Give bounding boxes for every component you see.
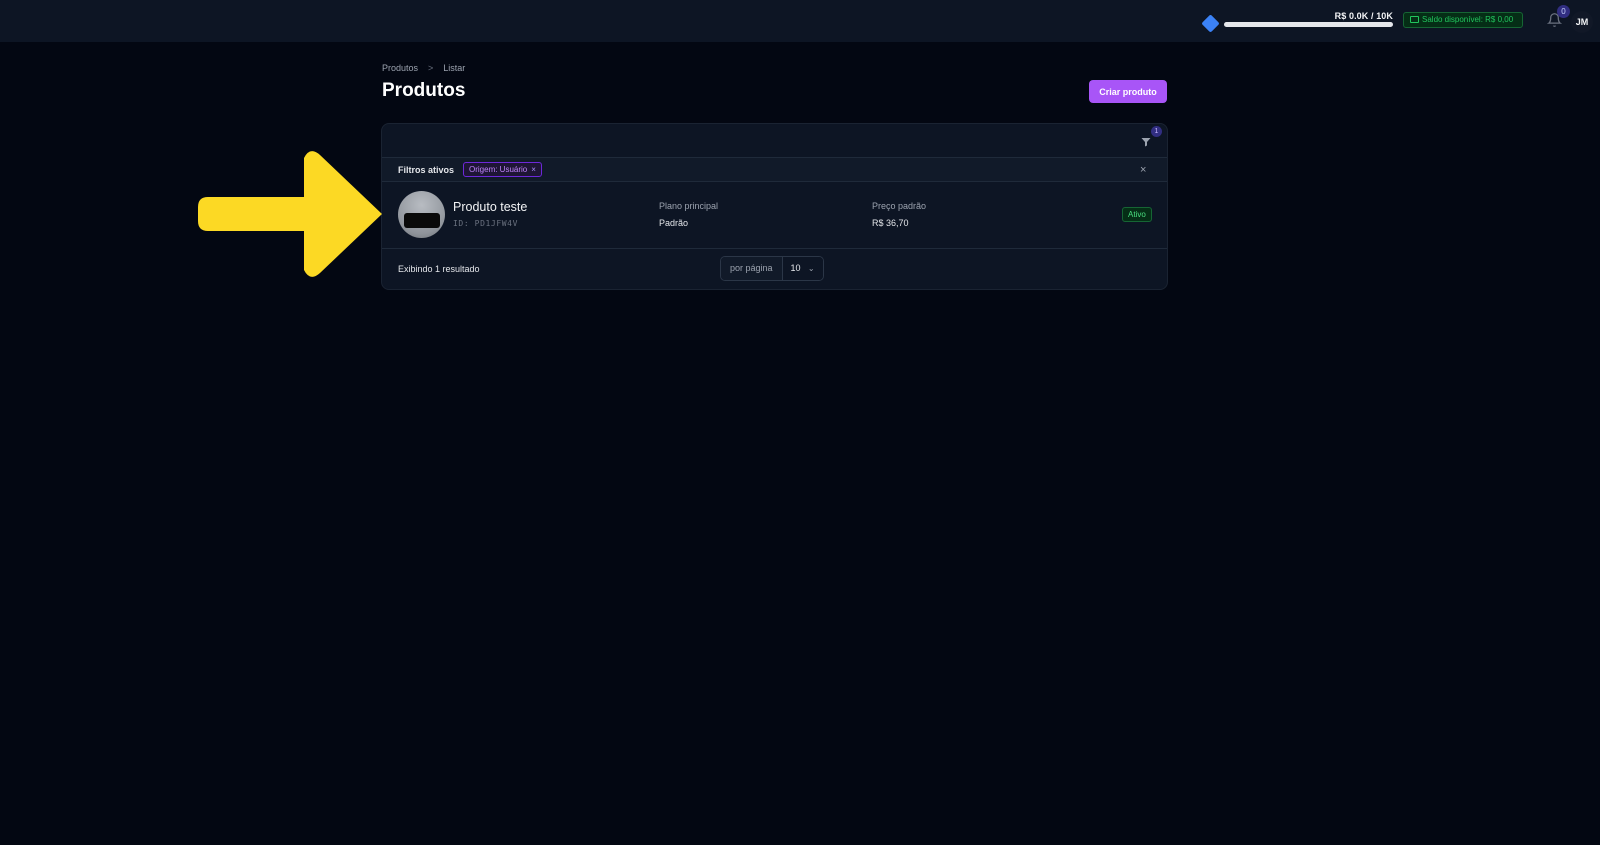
user-avatar[interactable]: JM xyxy=(1571,11,1593,33)
per-page-value: 10 xyxy=(790,263,801,273)
chevron-down-icon: ⌄ xyxy=(807,264,815,273)
active-filters-label: Filtros ativos xyxy=(398,165,455,175)
clear-filters-icon[interactable]: × xyxy=(1140,164,1146,176)
breadcrumb-item-produtos[interactable]: Produtos xyxy=(382,63,418,73)
per-page-control: por página 10 ⌄ xyxy=(720,256,824,281)
price-label: Preço padrão xyxy=(872,201,927,211)
chevron-right-icon: > xyxy=(428,63,434,73)
price-value: R$ 36,70 xyxy=(872,218,909,228)
card-footer: Exibindo 1 resultado por página 10 ⌄ xyxy=(382,249,1167,289)
notifications-count-badge: 0 xyxy=(1557,5,1570,18)
product-name[interactable]: Produto teste xyxy=(453,200,527,214)
remove-filter-icon[interactable]: × xyxy=(531,165,536,174)
product-id: ID: PD1JFW4V xyxy=(453,219,518,228)
results-count-text: Exibindo 1 resultado xyxy=(398,264,480,274)
status-badge: Ativo xyxy=(1122,207,1152,222)
card-toolbar: 1 xyxy=(382,124,1167,158)
filter-chip-label: Origem: Usuário xyxy=(469,165,528,174)
balance-text: Saldo disponível: R$ 0,00 xyxy=(1422,15,1514,24)
filter-count-badge: 1 xyxy=(1151,126,1162,137)
create-product-button[interactable]: Criar produto xyxy=(1089,80,1167,103)
breadcrumb-item-listar: Listar xyxy=(443,63,466,73)
balance-badge[interactable]: Saldo disponível: R$ 0,00 xyxy=(1403,12,1523,28)
plan-value: Padrão xyxy=(659,218,689,228)
goal-progress-text: R$ 0.0K / 10K xyxy=(1334,11,1393,21)
money-icon xyxy=(1410,16,1419,23)
top-bar: R$ 0.0K / 10K Saldo disponível: R$ 0,00 … xyxy=(0,0,1600,42)
breadcrumb: Produtos > Listar xyxy=(382,63,465,73)
products-card: 1 Filtros ativos Origem: Usuário × × Prod… xyxy=(381,123,1168,290)
product-row[interactable]: Produto teste ID: PD1JFW4V Plano princip… xyxy=(382,182,1167,249)
goal-diamond-icon xyxy=(1201,14,1220,33)
active-filters-bar: Filtros ativos Origem: Usuário × × xyxy=(382,158,1167,182)
per-page-label: por página xyxy=(721,257,783,280)
plan-label: Plano principal xyxy=(659,201,719,211)
product-thumbnail xyxy=(398,191,445,238)
page-title: Produtos xyxy=(382,80,466,101)
goal-progress-bar xyxy=(1224,22,1393,27)
per-page-select[interactable]: 10 ⌄ xyxy=(782,257,823,280)
annotation-arrow-icon xyxy=(198,151,382,277)
filter-icon[interactable] xyxy=(1140,136,1152,148)
filter-chip-origem[interactable]: Origem: Usuário × xyxy=(463,162,542,177)
